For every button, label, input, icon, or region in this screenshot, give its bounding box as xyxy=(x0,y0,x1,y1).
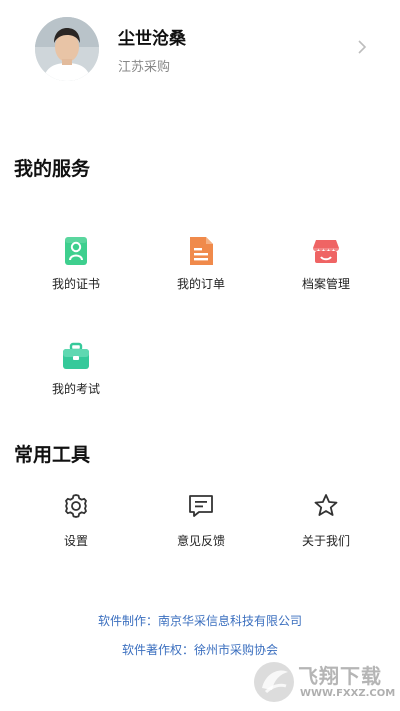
service-label: 档案管理 xyxy=(301,277,350,291)
software-copyright-text: 软件著作权：徐州市采购协会 xyxy=(121,643,278,657)
user-name: 尘世沧桑 xyxy=(118,29,186,49)
tool-about-us[interactable]: 关于我们 xyxy=(266,492,386,549)
service-my-orders[interactable]: 我的订单 xyxy=(141,236,261,292)
service-label: 我的证书 xyxy=(51,277,100,291)
watermark-url: WWW.FXXZ.COM xyxy=(300,688,396,699)
watermark-text: 飞翔下载 xyxy=(298,664,382,688)
certificate-icon xyxy=(65,237,87,265)
profile-header[interactable]: 尘世沧桑 江苏采购 xyxy=(0,0,400,100)
service-my-certificate[interactable]: 我的证书 xyxy=(16,236,136,292)
software-maker-text: 软件制作：南京华采信息科技有限公司 xyxy=(97,614,302,628)
order-document-icon xyxy=(190,237,213,265)
tool-feedback[interactable]: 意见反馈 xyxy=(141,492,261,549)
tool-label: 设置 xyxy=(63,534,88,548)
user-organization: 江苏采购 xyxy=(118,60,171,75)
tool-label: 关于我们 xyxy=(301,534,350,548)
chevron-right-icon[interactable] xyxy=(355,38,369,56)
tools-section-title: 常用工具 xyxy=(14,444,91,466)
star-icon xyxy=(314,494,338,516)
service-my-exams[interactable]: 我的考试 xyxy=(16,341,136,397)
feedback-message-icon xyxy=(189,495,213,517)
services-section-title: 我的服务 xyxy=(14,158,91,180)
gear-icon xyxy=(65,494,87,518)
store-awning-icon xyxy=(313,240,339,263)
service-label: 我的考试 xyxy=(51,382,100,396)
service-label: 我的订单 xyxy=(176,277,225,291)
tool-settings[interactable]: 设置 xyxy=(16,492,136,549)
tool-label: 意见反馈 xyxy=(176,534,225,548)
service-archive-management[interactable]: 档案管理 xyxy=(266,236,386,292)
avatar[interactable] xyxy=(35,17,99,81)
briefcase-icon xyxy=(63,342,89,369)
